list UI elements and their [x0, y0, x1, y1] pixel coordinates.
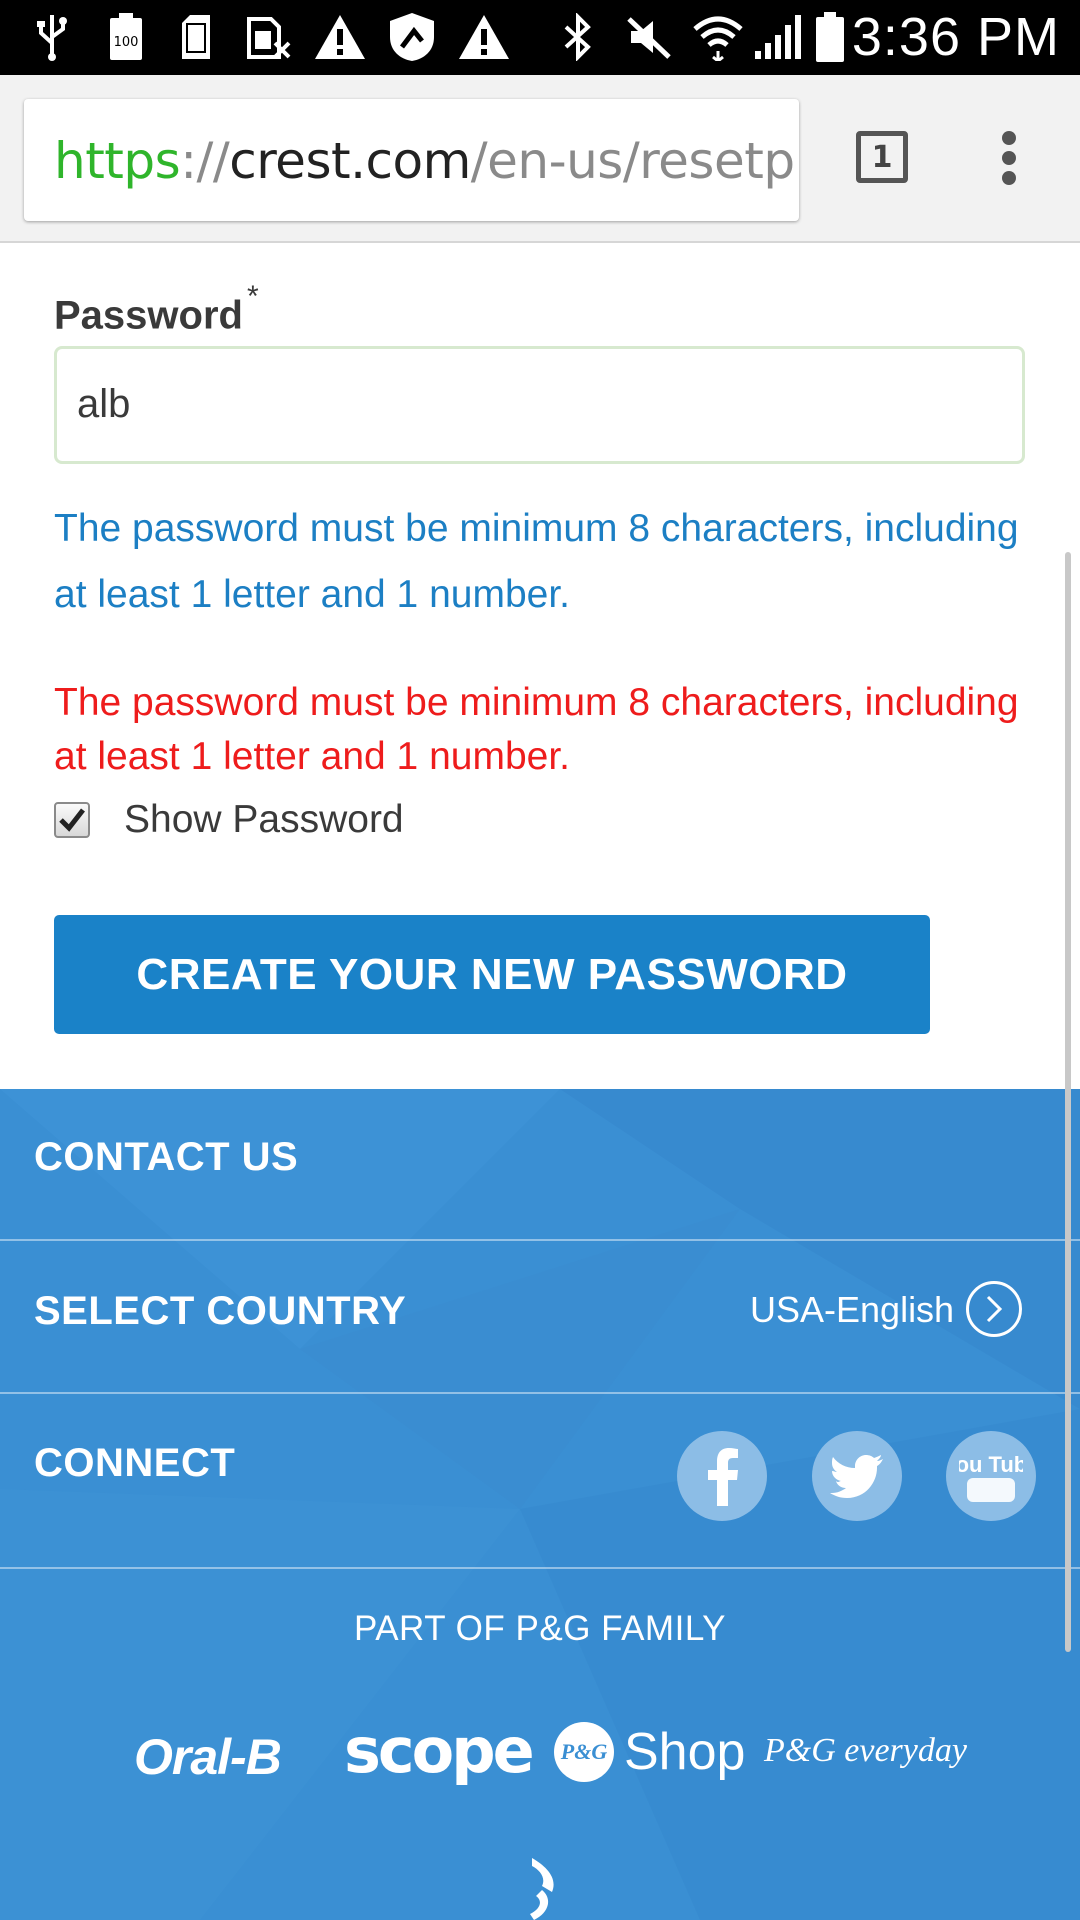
- bluetooth-icon: [556, 12, 600, 62]
- password-input[interactable]: alb: [54, 346, 1025, 464]
- create-password-button-label: CREATE YOUR NEW PASSWORD: [136, 949, 848, 999]
- password-error-message: The password must be minimum 8 character…: [54, 681, 1019, 778]
- show-password-checkbox[interactable]: [54, 802, 90, 838]
- url-text[interactable]: https://crest.com/en-us/resetp: [54, 131, 795, 191]
- shield-update-icon: [384, 12, 440, 62]
- status-bar: 100 3:36 PM: [0, 0, 1080, 75]
- youtube-logo-text: You Tube: [959, 1452, 1023, 1477]
- sd-card-icon: [174, 12, 218, 62]
- browser-toolbar: https://crest.com/en-us/resetp 1: [0, 75, 1080, 243]
- url-scheme: https: [54, 132, 181, 190]
- twitter-icon[interactable]: [812, 1431, 902, 1521]
- contact-us-link[interactable]: CONTACT US: [34, 1135, 298, 1180]
- pg-badge-icon: P&G: [554, 1722, 614, 1782]
- footer-background-pattern: [0, 1089, 1080, 1920]
- show-password-label: Show Password: [124, 798, 404, 841]
- warning-icon: [456, 12, 512, 62]
- pg-everyday-logo[interactable]: P&G everyday: [764, 1732, 967, 1770]
- tab-switcher-button[interactable]: 1: [856, 131, 908, 183]
- footer-divider: [0, 1392, 1080, 1394]
- password-label-text: Password: [54, 293, 243, 338]
- battery-level-text: 100: [114, 35, 139, 50]
- url-separator: ://: [180, 132, 230, 190]
- overflow-menu-icon[interactable]: [994, 127, 1024, 189]
- signal-icon: [752, 12, 806, 62]
- create-password-button[interactable]: CREATE YOUR NEW PASSWORD: [54, 915, 930, 1034]
- scope-logo[interactable]: scope: [344, 1714, 535, 1787]
- battery-100-icon: 100: [106, 12, 146, 62]
- select-country-label: SELECT COUNTRY: [34, 1289, 407, 1333]
- password-hint: The password must be minimum 8 character…: [54, 507, 1019, 616]
- usb-icon: [30, 12, 74, 62]
- password-value: alb: [77, 382, 131, 426]
- footer-divider: [0, 1239, 1080, 1241]
- sim-off-icon: [244, 12, 294, 62]
- pg-family-label: PART OF P&G FAMILY: [353, 1609, 727, 1648]
- checkmark-icon: [59, 808, 85, 832]
- wifi-icon: [690, 12, 746, 62]
- pg-shop-logo[interactable]: P&G Shop: [554, 1722, 745, 1782]
- password-label: Password *: [54, 280, 259, 338]
- url-path: /en-us/resetp: [470, 132, 795, 190]
- footer: CONTACT US SELECT COUNTRY USA-English CO…: [0, 1089, 1080, 1920]
- footer-divider: [0, 1567, 1080, 1569]
- mute-icon: [624, 12, 674, 62]
- facebook-icon[interactable]: [677, 1431, 767, 1521]
- crest-logo-icon: [530, 1858, 554, 1920]
- url-host: crest.com: [229, 132, 471, 190]
- show-password-toggle[interactable]: Show Password: [54, 798, 404, 842]
- chevron-right-icon[interactable]: [966, 1281, 1022, 1337]
- youtube-icon[interactable]: You Tube: [946, 1431, 1036, 1521]
- connect-label: CONNECT: [34, 1441, 236, 1485]
- scrollbar[interactable]: [1065, 552, 1071, 1652]
- oral-b-logo[interactable]: Oral-B: [134, 1728, 282, 1786]
- required-marker: *: [246, 280, 259, 313]
- tab-count: 1: [871, 139, 893, 175]
- clock: 3:36 PM: [851, 7, 1060, 67]
- url-bar[interactable]: https://crest.com/en-us/resetp: [24, 99, 799, 221]
- battery-icon: [812, 12, 848, 62]
- warning-icon: [312, 12, 368, 62]
- shop-label: Shop: [624, 1723, 746, 1781]
- country-value[interactable]: USA-English: [750, 1289, 954, 1331]
